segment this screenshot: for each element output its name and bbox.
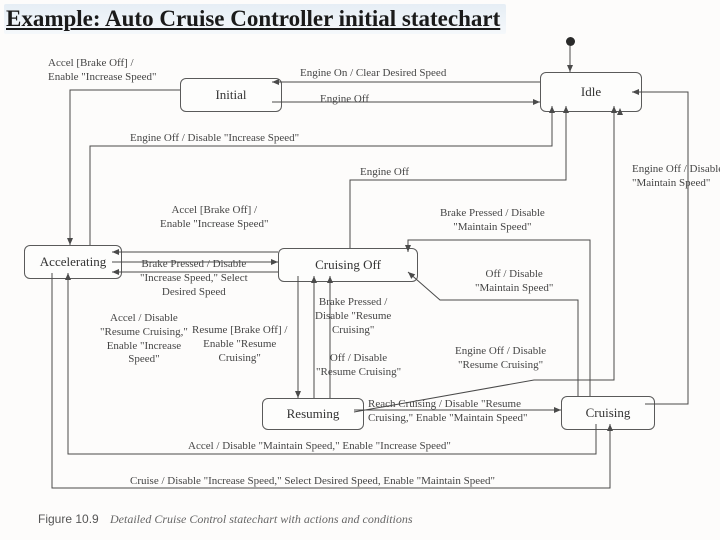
edges-svg: [0, 0, 720, 540]
figure-caption: Detailed Cruise Control statechart with …: [110, 512, 413, 527]
statechart-canvas: Initial Idle Accelerating Cruising Off R…: [0, 0, 720, 540]
figure-number: Figure 10.9: [38, 512, 99, 526]
